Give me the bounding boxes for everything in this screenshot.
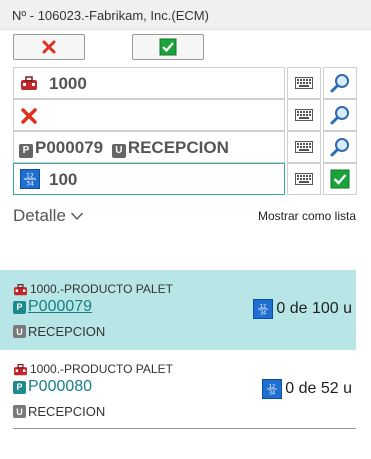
- pallet-code: P000079: [35, 138, 104, 157]
- green-check-icon: [330, 169, 350, 189]
- item-location-label: RECEPCION: [28, 324, 106, 339]
- red-x-icon: [20, 107, 38, 130]
- svg-text:34: 34: [260, 311, 266, 317]
- cancel-button[interactable]: [13, 34, 85, 60]
- svg-text:34: 34: [26, 181, 34, 188]
- location-badge: U: [111, 143, 126, 158]
- pallet-badge: P: [19, 143, 33, 158]
- detail-label: Detalle: [13, 206, 66, 225]
- item-location: U RECEPCION: [13, 404, 105, 419]
- pallet-location-field[interactable]: P P000079 U RECEPCION: [13, 131, 285, 163]
- toolbox-icon: [20, 75, 38, 96]
- quantity-input[interactable]: 12 34 100: [13, 163, 285, 195]
- show-as-list-link[interactable]: Mostrar como lista: [258, 209, 356, 223]
- confirm-quantity-button[interactable]: [323, 163, 357, 195]
- item-quantity-text: 0 de 100 u: [276, 300, 352, 317]
- item-quantity: 12 34 0 de 100 u: [253, 299, 352, 319]
- magnifier-icon: [330, 138, 349, 157]
- item-product: 1000.-PRODUCTO PALET: [13, 282, 173, 296]
- quantity-value: 100: [49, 170, 78, 189]
- item-pallet-code: P000080: [28, 378, 93, 395]
- chevron-down-icon: [70, 212, 83, 221]
- quantity-icon: 12 34: [253, 299, 274, 319]
- pallet-badge: P: [13, 380, 26, 394]
- svg-text:12: 12: [269, 384, 275, 390]
- red-x-icon: [42, 40, 56, 54]
- product-field[interactable]: 1000: [13, 67, 285, 99]
- item-location-label: RECEPCION: [28, 404, 106, 419]
- window-title: Nº - 106023.-Fabrikam, Inc.(ECM): [12, 8, 209, 23]
- search-button[interactable]: [323, 131, 357, 163]
- quantity-icon: 12 34: [20, 169, 40, 194]
- keyboard-icon: [295, 109, 313, 121]
- item-pallet-link[interactable]: P P000080: [13, 378, 92, 396]
- keyboard-icon: [295, 173, 313, 185]
- keyboard-button[interactable]: [287, 131, 321, 163]
- item-quantity: 12 34 0 de 52 u: [262, 379, 352, 399]
- toolbox-icon: [14, 363, 27, 375]
- item-pallet-code: P000079: [28, 298, 93, 315]
- quantity-icon: 12 34: [262, 379, 283, 399]
- search-button[interactable]: [323, 67, 357, 99]
- list-item[interactable]: 1000.-PRODUCTO PALET P P000080 12 34 0 d…: [0, 350, 356, 430]
- location-badge: U: [13, 405, 26, 418]
- location-name: RECEPCION: [127, 138, 229, 157]
- pallet-type-field[interactable]: [13, 99, 285, 131]
- keyboard-icon: [295, 141, 313, 153]
- svg-text:12: 12: [26, 173, 34, 180]
- item-location: U RECEPCION: [13, 324, 105, 339]
- keyboard-button[interactable]: [287, 99, 321, 131]
- svg-text:12: 12: [260, 304, 266, 310]
- green-check-icon: [159, 38, 177, 56]
- item-product-label: 1000.-PRODUCTO PALET: [30, 362, 173, 376]
- list-divider: [13, 428, 356, 429]
- magnifier-icon: [330, 106, 349, 125]
- toolbox-icon: [14, 283, 27, 295]
- keyboard-button[interactable]: [287, 67, 321, 99]
- item-pallet-link[interactable]: P P000079: [13, 298, 92, 316]
- item-product-label: 1000.-PRODUCTO PALET: [30, 282, 173, 296]
- detail-toggle[interactable]: Detalle: [13, 206, 84, 226]
- product-value: 1000: [49, 74, 87, 93]
- title-bar: Nº - 106023.-Fabrikam, Inc.(ECM): [0, 0, 371, 30]
- item-quantity-text: 0 de 52 u: [285, 380, 352, 397]
- ok-button[interactable]: [132, 34, 204, 60]
- item-product: 1000.-PRODUCTO PALET: [13, 362, 173, 376]
- list-item[interactable]: 1000.-PRODUCTO PALET P P000079 12 34 0 d…: [0, 270, 356, 350]
- svg-text:34: 34: [269, 391, 275, 397]
- search-button[interactable]: [323, 99, 357, 131]
- pallet-badge: P: [13, 300, 26, 314]
- pallet-location-value: P P000079 U RECEPCION: [19, 138, 229, 158]
- location-badge: U: [13, 325, 26, 338]
- magnifier-icon: [330, 74, 349, 93]
- keyboard-icon: [295, 77, 313, 89]
- keyboard-button[interactable]: [287, 163, 321, 195]
